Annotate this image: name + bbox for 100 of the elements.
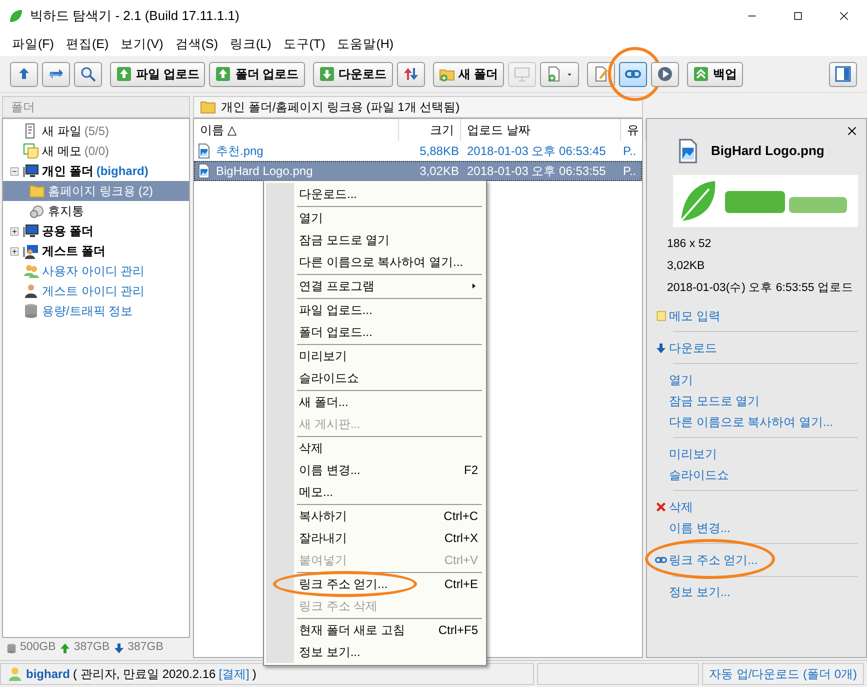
menu-item[interactable]: 잠금 모드로 열기 (294, 229, 484, 251)
menu-item[interactable]: 현재 폴더 새로 고침 Ctrl+F5 (294, 619, 484, 641)
users-icon (23, 263, 39, 279)
expand-icon[interactable] (9, 226, 20, 236)
menu-item[interactable]: 슬라이드쇼 (294, 367, 484, 389)
up-down-arrows-icon (402, 66, 419, 82)
menu-item[interactable]: 보기(V) (114, 34, 170, 54)
file-name: 추천.png (216, 143, 264, 160)
tree-item[interactable]: 새 메모 (0/0) (3, 141, 189, 161)
toolbar-button[interactable] (540, 62, 580, 86)
screen-icon (514, 66, 530, 82)
close-icon[interactable] (838, 10, 850, 22)
storage-total: 500GB (20, 640, 56, 656)
image-file-icon (196, 143, 212, 159)
memo-icon (655, 310, 667, 322)
column-header[interactable]: 크기 (399, 119, 461, 141)
down-arrow-icon (655, 342, 667, 354)
menu-item[interactable]: 새 폴더... (294, 391, 484, 413)
payment-link[interactable]: [결제] (218, 665, 250, 683)
info-text: 186 x 52 (667, 237, 712, 252)
tree-item[interactable]: 개인 폴더 (bighard) (3, 161, 189, 181)
toolbar-button[interactable] (74, 62, 102, 86)
table-cell-text: 5,88KB (418, 143, 460, 160)
computer-icon (23, 223, 39, 239)
toolbar-button[interactable] (42, 62, 70, 86)
toolbar-button[interactable] (619, 62, 648, 86)
toolbar-button[interactable]: 새 폴더 (432, 62, 504, 86)
download-arrow-icon (112, 642, 125, 654)
window-title: 빅하드 탐색기 - 2.1 (Build 17.11.1.1) (30, 7, 240, 26)
tree-item[interactable]: 사용자 아이디 관리 (3, 261, 189, 281)
tree-item[interactable]: 공용 폴더 (3, 221, 189, 241)
upload-usage: 387GB (74, 640, 110, 656)
action-link[interactable]: 미리보기 (653, 443, 858, 464)
tree-item[interactable]: 휴지통 (3, 201, 189, 221)
action-link[interactable]: 슬라이드쇼 (653, 464, 858, 485)
toolbar-button[interactable]: 폴더 업로드 (209, 62, 305, 86)
action-link[interactable]: 다른 이름으로 복사하여 열기... (653, 411, 858, 432)
menu-item[interactable]: 폴더 업로드... (294, 321, 484, 343)
user-name: bighard (26, 666, 70, 683)
table-row[interactable]: 추천.png 5,88KB 2018-01-03 오후 06:53:45 P.. (194, 141, 642, 161)
toolbar-button[interactable] (396, 62, 425, 86)
app-logo-icon (8, 8, 24, 24)
action-link[interactable]: 다운로드 (653, 337, 858, 358)
tree-item[interactable]: 게스트 폴더 (3, 241, 189, 261)
menu-item[interactable]: 메모... (294, 481, 484, 503)
upload-arrow-icon (58, 642, 71, 654)
disc-icon (29, 203, 45, 219)
column-header[interactable]: 이름 △ (194, 119, 399, 141)
tree-item[interactable]: 용량/트래픽 정보 (3, 301, 189, 321)
table-cell-text: 3,02KB (418, 163, 460, 180)
menu-item[interactable]: 링크(L) (224, 34, 278, 54)
action-link[interactable]: 이름 변경... (653, 517, 858, 538)
maximize-icon[interactable] (792, 10, 804, 22)
menu-item[interactable]: 연결 프로그램 (294, 275, 484, 297)
toolbar-button[interactable] (587, 62, 616, 86)
action-link[interactable]: 삭제 (653, 496, 858, 517)
menu-item[interactable]: 도움말(H) (331, 34, 400, 54)
action-link[interactable]: 정보 보기... (653, 582, 858, 602)
file-title: BigHard Logo.png (711, 142, 824, 160)
menu-item[interactable]: 복사하기 Ctrl+C (294, 505, 484, 527)
menu-item[interactable]: 이름 변경... F2 (294, 459, 484, 481)
submenu-arrow-icon (470, 282, 478, 290)
tree-item[interactable]: 게스트 아이디 관리 (3, 281, 189, 301)
action-link[interactable]: 열기 (653, 369, 858, 390)
memo-icon (23, 143, 39, 159)
tree-item[interactable]: 새 파일 (5/5) (3, 121, 189, 141)
menu-item[interactable]: 잘라내기 Ctrl+X (294, 527, 484, 549)
upload-icon (116, 66, 132, 82)
action-link[interactable]: 링크 주소 얻기... (653, 549, 758, 570)
table-cell-text: P.. (622, 143, 638, 160)
menu-item[interactable]: 정보 보기... (294, 641, 484, 663)
info-text: 2018-01-03(수) 오후 6:53:55 업로드 (667, 281, 854, 296)
menu-item[interactable]: 삭제 (294, 437, 484, 459)
menu-item[interactable]: 다른 이름으로 복사하여 열기... (294, 251, 484, 273)
toolbar-button[interactable] (651, 62, 680, 86)
menu-item[interactable]: 검색(S) (169, 34, 224, 54)
menu-item[interactable]: 링크 주소 얻기... Ctrl+E (294, 573, 484, 595)
toolbar-button[interactable]: 백업 (687, 62, 744, 86)
menu-item[interactable]: 열기 (294, 207, 484, 229)
toolbar-button[interactable] (10, 62, 38, 86)
menu-item[interactable]: 파일(F) (6, 34, 60, 54)
caret-icon (566, 70, 574, 78)
toolbar-button[interactable]: 다운로드 (312, 62, 393, 86)
close-icon[interactable] (846, 125, 858, 137)
menu-item[interactable]: 도구(T) (277, 34, 332, 54)
collapse-icon[interactable] (9, 166, 20, 176)
menu-item[interactable]: 편집(E) (60, 34, 115, 54)
computer-person-icon (23, 243, 39, 259)
download-icon (318, 66, 335, 82)
action-link[interactable]: 잠금 모드로 열기 (653, 390, 858, 411)
menu-item[interactable]: 미리보기 (294, 345, 484, 367)
toolbar-button[interactable] (829, 62, 857, 86)
menu-item[interactable]: 파일 업로드... (294, 299, 484, 321)
menu-item[interactable]: 다운로드... (294, 183, 484, 205)
expand-icon[interactable] (9, 246, 20, 256)
document-plus-icon (546, 66, 562, 82)
column-header[interactable]: 업로드 날짜 (461, 119, 621, 141)
table-cell-text: 2018-01-03 오후 06:53:45 (466, 143, 607, 160)
toolbar-button[interactable]: 파일 업로드 (110, 62, 206, 86)
action-link[interactable]: 메모 입력 (653, 305, 858, 326)
